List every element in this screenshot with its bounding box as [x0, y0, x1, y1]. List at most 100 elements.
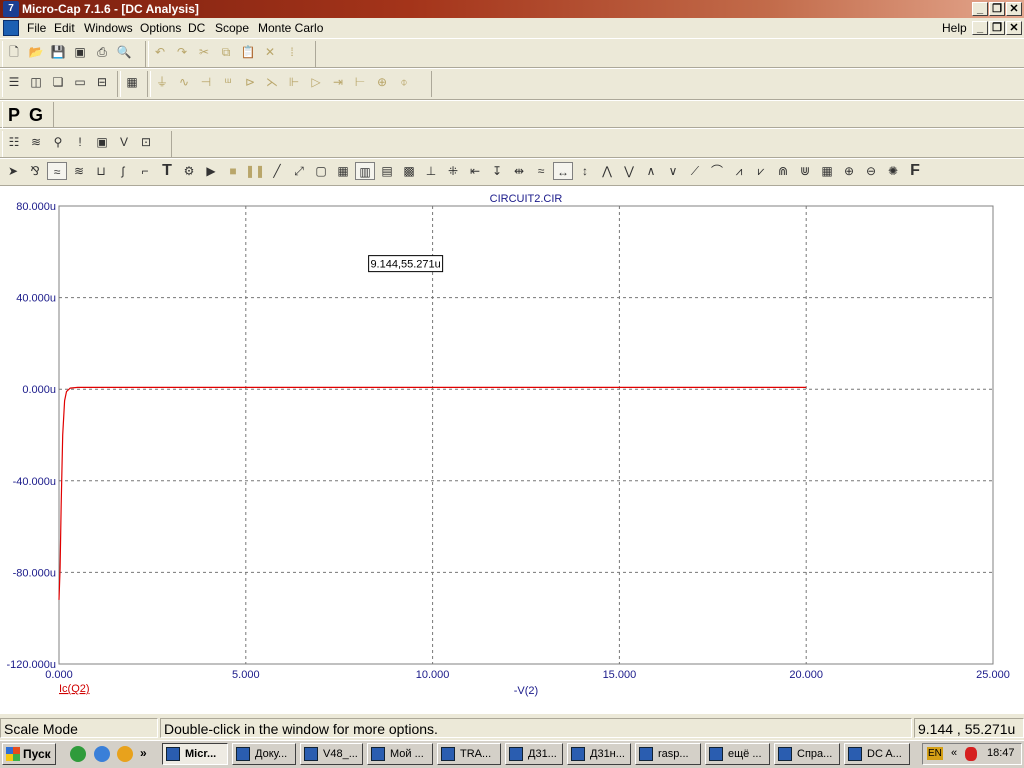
component-select-icon[interactable]: ⅋ — [25, 162, 45, 180]
scale-mode-icon[interactable]: ≈ — [47, 162, 67, 180]
crosshair-icon[interactable]: ⁜ — [443, 162, 463, 180]
probe-icon[interactable]: ⚲ — [48, 133, 68, 151]
restore-button[interactable]: ❐ — [989, 2, 1005, 16]
p-button[interactable]: P — [4, 104, 24, 125]
minor-grid-icon[interactable]: ▥ — [355, 162, 375, 180]
title-bar[interactable]: 7 Micro-Cap 7.1.6 - [DC Analysis] _ ❐ ✕ — [0, 0, 1024, 18]
gate-icon[interactable]: ⇥ — [328, 73, 348, 91]
waveform-icon[interactable]: ≋ — [26, 133, 46, 151]
high-icon[interactable]: ∧ — [641, 162, 661, 180]
taskbar-button[interactable]: Мой ... — [367, 743, 433, 765]
font-icon[interactable]: F — [905, 162, 925, 180]
frame-icon[interactable]: ▢ — [311, 162, 331, 180]
cursor-left-icon[interactable]: ⇤ — [465, 162, 485, 180]
chart-window-icon[interactable]: ⊡ — [136, 133, 156, 151]
taskbar-button[interactable]: Д31... — [505, 743, 563, 765]
resistor-icon[interactable]: ∿ — [174, 73, 194, 91]
color-icon[interactable]: ✺ — [883, 162, 903, 180]
plot-area[interactable]: 0.000 5.000 10.000 15.000 20.000 25.000 80.000… — [0, 186, 1024, 714]
line-tool-icon[interactable]: ╱ — [267, 162, 287, 180]
taskbar-button[interactable]: TRA... — [437, 743, 501, 765]
quicklaunch-desktop-icon[interactable] — [70, 746, 86, 762]
low-icon[interactable]: ∨ — [663, 162, 683, 180]
split-window-icon[interactable]: ⊟ — [92, 73, 112, 91]
menu-edit[interactable]: Edit — [54, 20, 75, 36]
point-tag-icon[interactable]: ⊔ — [91, 162, 111, 180]
print-icon[interactable]: ⎙ — [92, 43, 112, 61]
close-button[interactable]: ✕ — [1006, 2, 1022, 16]
inflection-icon[interactable]: ⌒ — [707, 162, 727, 180]
diagonal-line-icon[interactable]: ⤢ — [289, 162, 309, 180]
grid-icon[interactable]: ▦ — [333, 162, 353, 180]
menu-monte-carlo[interactable]: Monte Carlo — [258, 20, 323, 36]
mosfet-icon[interactable]: ⊩ — [284, 73, 304, 91]
baseline-icon[interactable]: ⊥ — [421, 162, 441, 180]
tray-app-icon[interactable] — [965, 747, 977, 761]
pause-icon[interactable]: ❚❚ — [245, 162, 265, 180]
ground-icon[interactable]: ⏚ — [152, 73, 172, 91]
source-icon[interactable]: ⊕ — [372, 73, 392, 91]
minimize-button[interactable]: _ — [972, 2, 988, 16]
start-button[interactable]: Пуск — [2, 743, 56, 765]
paste-icon[interactable]: 📋 — [238, 43, 258, 61]
document-icon[interactable] — [3, 20, 19, 36]
waves-icon[interactable]: ≈ — [531, 162, 551, 180]
quicklaunch-more-icon[interactable]: » — [140, 746, 147, 760]
slope-icon[interactable]: ⟋ — [685, 162, 705, 180]
current-source-icon[interactable]: ⌽ — [394, 73, 414, 91]
taskbar-button[interactable]: V48_... — [300, 743, 363, 765]
vertical-tag-icon[interactable]: ⌐ — [135, 162, 155, 180]
calculator-icon[interactable]: ▦ — [122, 73, 142, 91]
maximize-window-icon[interactable]: ▭ — [70, 73, 90, 91]
tile-horizontal-icon[interactable]: ☰ — [4, 73, 24, 91]
menu-options[interactable]: Options — [140, 20, 181, 36]
new-file-icon[interactable]: 🗋 — [4, 43, 24, 61]
redo-icon[interactable]: ↷ — [172, 43, 192, 61]
save-all-icon[interactable]: ▣ — [70, 43, 90, 61]
numeric-output-icon[interactable]: ☷ — [4, 133, 24, 151]
taskbar-button[interactable]: DC A... — [844, 743, 910, 765]
taskbar-button[interactable]: Д31н... — [567, 743, 631, 765]
undo-icon[interactable]: ↶ — [150, 43, 170, 61]
menu-dc[interactable]: DC — [188, 20, 205, 36]
cut-icon[interactable]: ✂ — [194, 43, 214, 61]
menu-windows[interactable]: Windows — [84, 20, 133, 36]
zoom-in-icon[interactable]: ⊕ — [839, 162, 859, 180]
diode-icon[interactable]: ⊳ — [240, 73, 260, 91]
battery-icon[interactable]: ⊢ — [350, 73, 370, 91]
doc-close-button[interactable]: ✕ — [1006, 21, 1022, 35]
menu-file[interactable]: File — [27, 20, 46, 36]
run-icon[interactable]: ▶ — [201, 162, 221, 180]
grid-text-icon[interactable]: ⁞ — [282, 43, 302, 61]
opamp-icon[interactable]: ▷ — [306, 73, 326, 91]
taskbar-button[interactable]: Спра... — [774, 743, 840, 765]
info-icon[interactable]: ! — [70, 133, 90, 151]
horiz-cursor-icon[interactable]: ↔ — [553, 162, 573, 180]
delete-icon[interactable]: ✕ — [260, 43, 280, 61]
plot-properties-icon[interactable]: ▣ — [92, 133, 112, 151]
plot-svg[interactable]: 0.000 5.000 10.000 15.000 20.000 25.00080.000… — [0, 186, 1024, 714]
copy-icon[interactable]: ⧉ — [216, 43, 236, 61]
capacitor-icon[interactable]: ⊣ — [196, 73, 216, 91]
table-icon[interactable]: ▦ — [817, 162, 837, 180]
zoom-out-icon[interactable]: ⊖ — [861, 162, 881, 180]
major-grid-icon[interactable]: ▤ — [377, 162, 397, 180]
text-icon[interactable]: T — [157, 162, 177, 180]
vert-cursor-icon[interactable]: ↕ — [575, 162, 595, 180]
g-button[interactable]: G — [26, 104, 46, 125]
global-low-icon[interactable]: ⩗ — [751, 162, 771, 180]
point-annotation[interactable]: 9.144,55.271u — [368, 255, 444, 273]
cursor-down-icon[interactable]: ↧ — [487, 162, 507, 180]
doc-minimize-button[interactable]: _ — [972, 21, 988, 35]
transistor-icon[interactable]: ⋋ — [262, 73, 282, 91]
open-folder-icon[interactable]: 📂 — [26, 43, 46, 61]
top-icon[interactable]: ⋒ — [773, 162, 793, 180]
vd-icon[interactable]: V — [114, 133, 134, 151]
cascade-icon[interactable]: ❏ — [48, 73, 68, 91]
quicklaunch-browser-icon[interactable] — [117, 746, 133, 762]
print-preview-icon[interactable]: 🔍 — [114, 43, 134, 61]
bottom-icon[interactable]: ⋓ — [795, 162, 815, 180]
app-icon[interactable]: 7 — [3, 1, 19, 17]
taskbar-button[interactable]: ещё ... — [705, 743, 770, 765]
menu-help[interactable]: Help — [942, 20, 967, 36]
